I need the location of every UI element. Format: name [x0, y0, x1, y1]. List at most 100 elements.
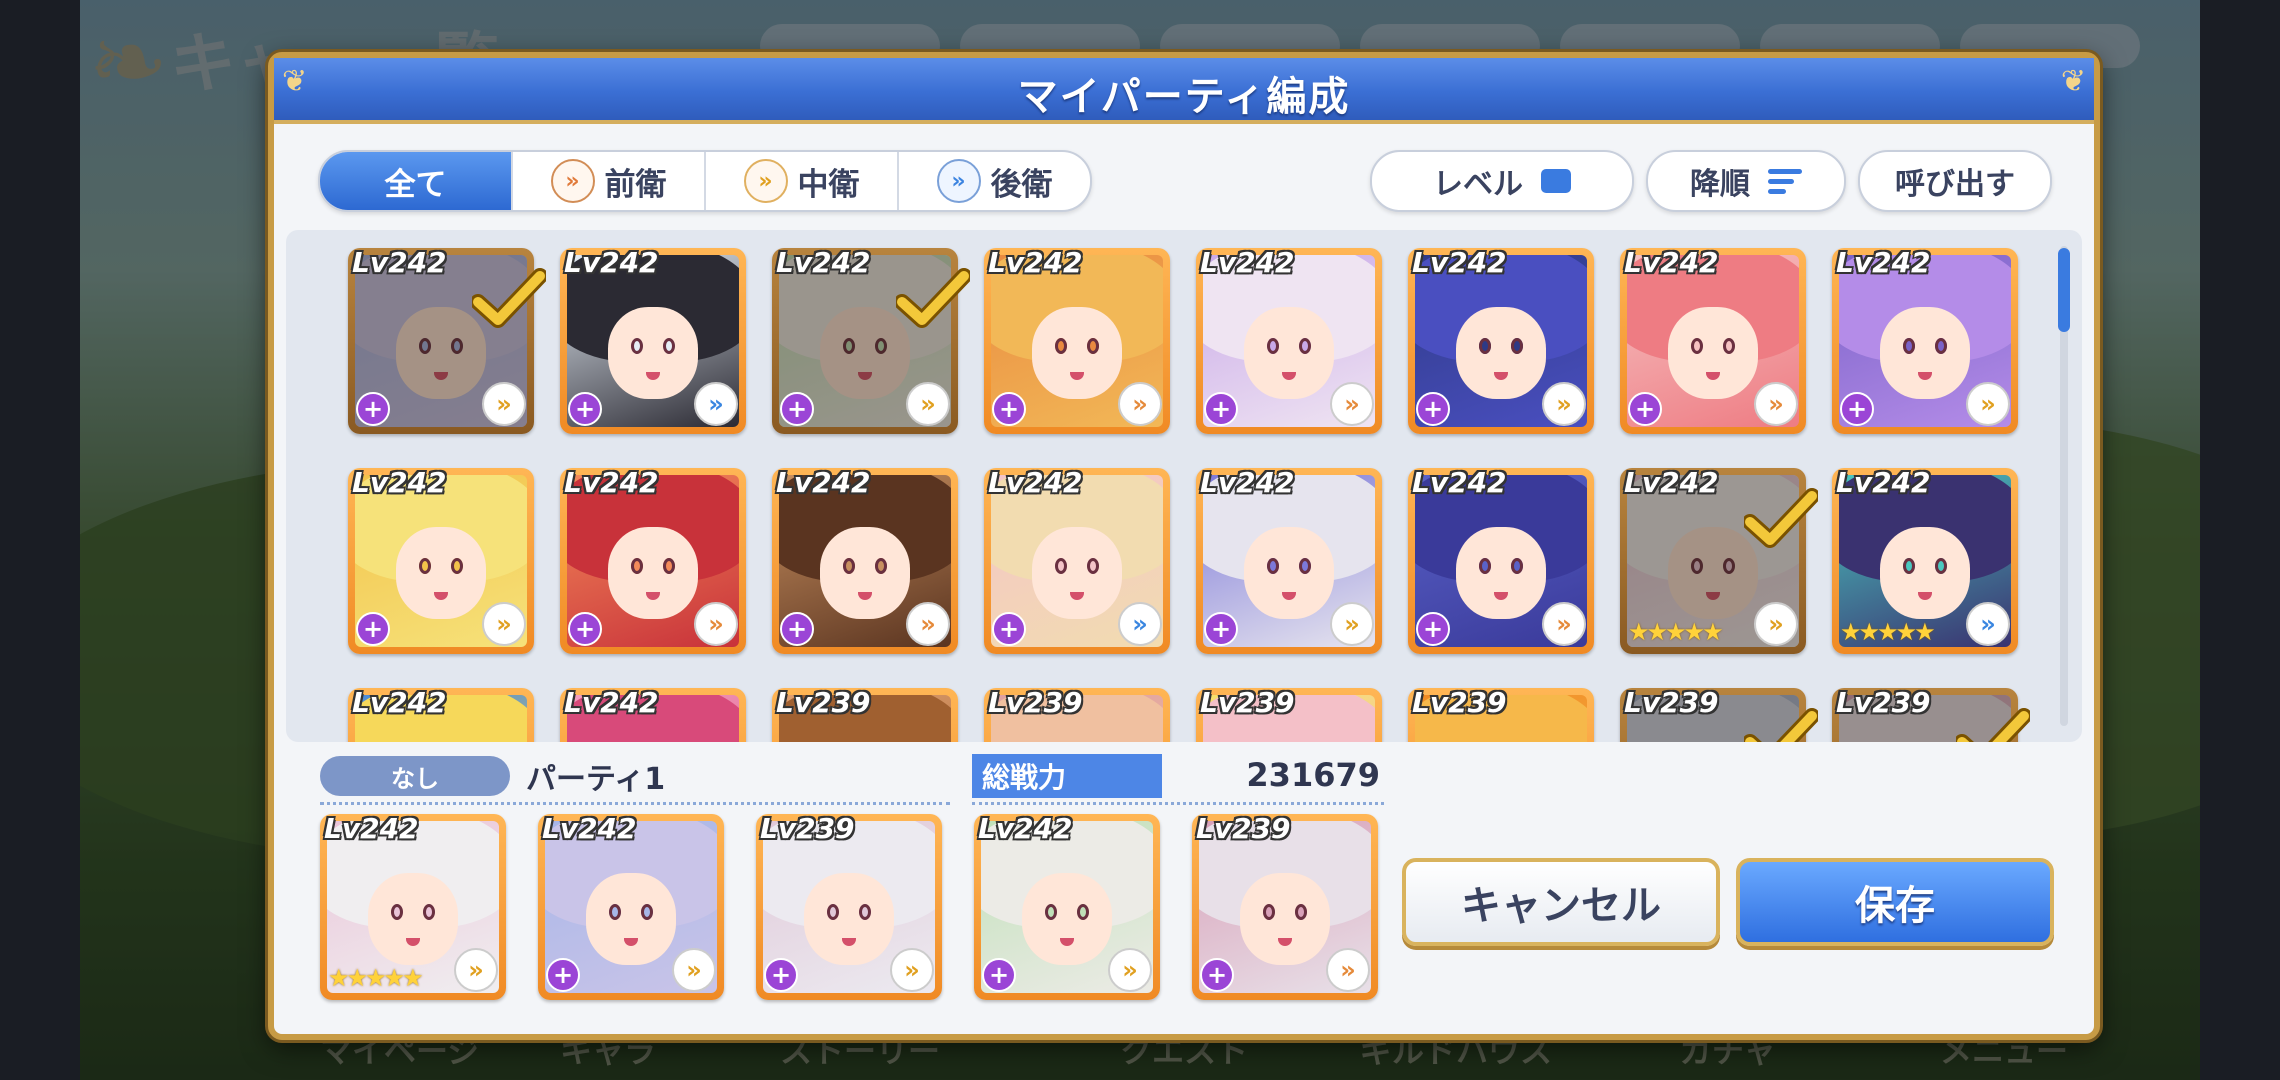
portrait-face [396, 526, 486, 620]
party-tag: なし [320, 756, 510, 796]
character-level: Lv239 [1196, 812, 1291, 845]
tab-all[interactable]: 全て [320, 152, 513, 210]
position-mid-chevron-icon: » [1108, 948, 1152, 992]
roster-character-card[interactable]: Lv242 ★★★★★ » [1832, 466, 2018, 654]
total-power-value: 231679 [1246, 756, 1380, 794]
roster-character-card[interactable]: Lv239+» [984, 686, 1170, 742]
sort-order-button[interactable]: 降順 [1646, 150, 1846, 212]
unique-equipment-plus-icon: + [1204, 612, 1238, 646]
portrait-face [1240, 872, 1330, 966]
roster-character-card[interactable]: Lv242+» [348, 466, 534, 654]
roster-character-card[interactable]: Lv242+» [348, 686, 534, 742]
roster-character-card[interactable]: Lv242+» [1620, 246, 1806, 434]
character-level: Lv239 [776, 686, 871, 719]
portrait-eye [826, 903, 839, 920]
roster-character-card[interactable]: Lv242+» [560, 466, 746, 654]
save-button[interactable]: 保存 [1736, 858, 2054, 946]
position-mid-chevron-icon: » [1754, 602, 1798, 646]
selected-check-icon [1744, 488, 1818, 548]
character-level: Lv242 [352, 466, 447, 499]
recall-label: 呼び出す [1895, 167, 2015, 202]
portrait-eye [1262, 903, 1275, 920]
roster-character-card[interactable]: Lv242 ★★★★★ » [1620, 466, 1818, 654]
portrait-eye [608, 903, 621, 920]
roster-character-card[interactable]: Lv239+» [1832, 686, 2030, 742]
tab-rear[interactable]: » 後衛 [899, 152, 1090, 210]
roster-character-card[interactable]: Lv242+» [348, 246, 546, 434]
roster-character-card[interactable]: Lv239+» [772, 686, 958, 742]
unique-equipment-plus-icon: + [568, 392, 602, 426]
sort-descending-icon [1768, 168, 1802, 194]
roster-scrollbar-thumb[interactable] [2058, 248, 2070, 332]
roster-character-card[interactable]: Lv239+» [1408, 686, 1594, 742]
double-chevron-blue-icon: » [936, 159, 981, 203]
party-member-slot[interactable]: Lv242 ★★★★★ » [320, 812, 506, 1000]
roster-character-card[interactable]: Lv242+» [1832, 246, 2018, 434]
portrait-eye [451, 337, 464, 354]
portrait-eye [418, 337, 431, 354]
portrait-face [608, 306, 698, 400]
roster-character-card[interactable]: Lv242+» [560, 686, 746, 742]
character-level: Lv242 [988, 246, 1083, 279]
roster-character-card[interactable]: Lv239+» [1620, 686, 1818, 742]
tab-front[interactable]: » 前衛 [513, 152, 706, 210]
portrait-face [1244, 526, 1334, 620]
unique-equipment-plus-icon: + [568, 612, 602, 646]
roster-character-card[interactable]: Lv242+» [984, 246, 1170, 434]
portrait-eye [1902, 337, 1915, 354]
character-level: Lv242 [1836, 246, 1931, 279]
character-level: Lv242 [1200, 246, 1295, 279]
portrait-mouth [1706, 591, 1721, 600]
character-level: Lv242 [564, 466, 659, 499]
roster-character-card[interactable]: Lv242+» [1196, 246, 1382, 434]
roster-character-card[interactable]: Lv242+» [1408, 246, 1594, 434]
tab-middle[interactable]: » 中衛 [706, 152, 899, 210]
portrait-eye [1266, 337, 1279, 354]
tab-label: 後衛 [990, 166, 1053, 203]
character-level: Lv242 [564, 686, 659, 719]
sort-field-button[interactable]: レベル [1370, 150, 1634, 212]
unique-equipment-plus-icon: + [1628, 392, 1662, 426]
character-level: Lv242 [1624, 246, 1719, 279]
party-member-slot[interactable]: Lv242 + » [538, 812, 724, 1000]
role-filter-tabs: 全て » 前衛 » 中衛 » 後衛 [318, 150, 1092, 212]
recall-button[interactable]: 呼び出す [1858, 150, 2052, 212]
portrait-eye [1723, 557, 1736, 574]
party-member-slot[interactable]: Lv239 + » [756, 812, 942, 1000]
dialog-title: マイパーティ編成 [1017, 74, 1351, 120]
portrait-face [1880, 306, 1970, 400]
portrait-face [586, 872, 676, 966]
portrait-face [1456, 306, 1546, 400]
roster-character-card[interactable]: Lv242+» [772, 466, 958, 654]
position-front-chevron-icon: » [1330, 382, 1374, 426]
party-member-slot[interactable]: Lv242 + » [974, 812, 1160, 1000]
portrait-face [1880, 526, 1970, 620]
party-member-slot[interactable]: Lv239 + » [1192, 812, 1378, 1000]
character-level: Lv242 [1412, 466, 1507, 499]
cancel-button[interactable]: キャンセル [1402, 858, 1720, 946]
position-mid-chevron-icon: » [890, 948, 934, 992]
party-name[interactable]: パーティ1 [526, 754, 665, 798]
roster-character-card[interactable]: Lv242+» [1408, 466, 1594, 654]
selected-check-icon [896, 268, 970, 328]
portrait-eye [1511, 557, 1524, 574]
roster-character-card[interactable]: Lv242+» [560, 246, 746, 434]
position-mid-chevron-icon: » [1966, 382, 2010, 426]
portrait-eye [842, 557, 855, 574]
roster-character-card[interactable]: Lv242+» [984, 466, 1170, 654]
portrait-eye [1044, 903, 1057, 920]
portrait-eye [1054, 337, 1067, 354]
unique-equipment-plus-icon: + [982, 958, 1016, 992]
position-mid-chevron-icon: » [1330, 602, 1374, 646]
character-level: Lv242 [564, 246, 659, 279]
roster-character-card[interactable]: Lv239+» [1196, 686, 1382, 742]
window-stack-icon [1541, 169, 1571, 193]
position-front-chevron-icon: » [1326, 948, 1370, 992]
portrait-eye [1935, 557, 1948, 574]
position-mid-chevron-icon: » [482, 602, 526, 646]
portrait-eye [423, 903, 436, 920]
tab-label: 全て [384, 166, 447, 203]
roster-character-card[interactable]: Lv242+» [772, 246, 970, 434]
roster-character-card[interactable]: Lv242+» [1196, 466, 1382, 654]
double-chevron-orange-icon: » [743, 159, 788, 203]
